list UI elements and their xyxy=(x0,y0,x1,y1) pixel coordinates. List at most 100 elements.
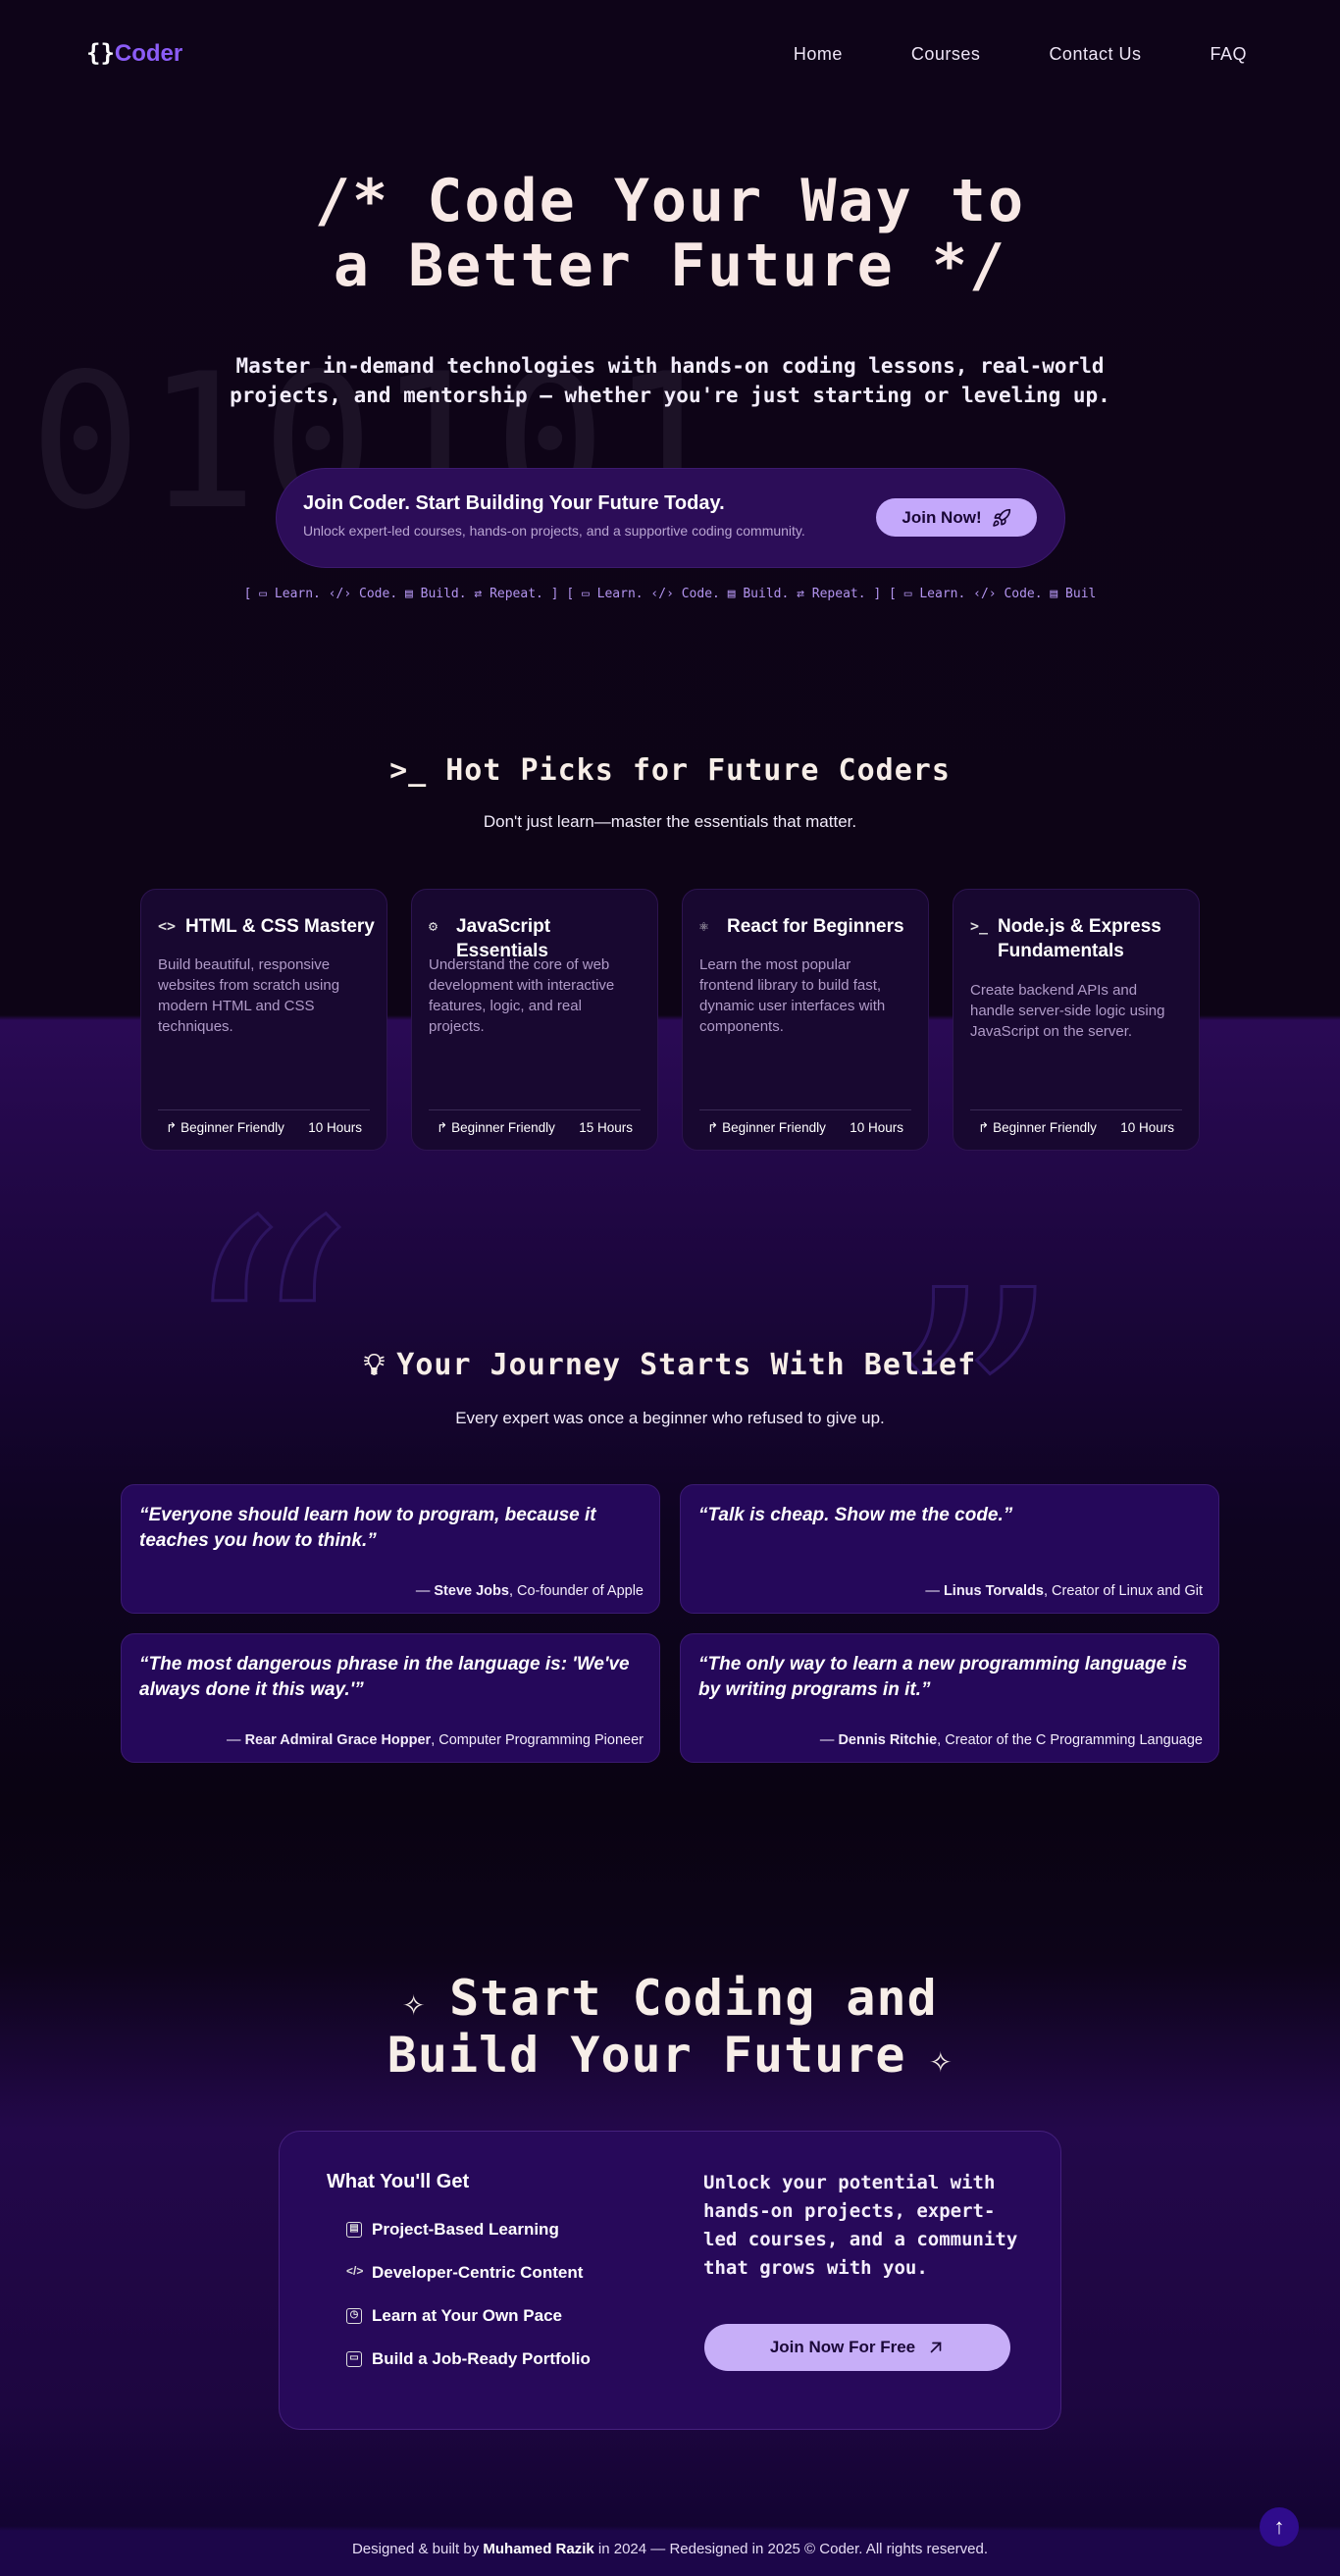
arrow-up-icon: ↑ xyxy=(1273,2514,1285,2539)
course-card-description: Understand the core of web development w… xyxy=(429,956,615,1035)
folder-icon: ▭ xyxy=(346,2351,362,2367)
course-level-text: Beginner Friendly xyxy=(722,1120,826,1135)
start-coding-title-text-2: Build Your Future xyxy=(387,2027,906,2084)
start-coding-title-line-2: Build Your Future ✧ xyxy=(0,2029,1340,2086)
journey-subtitle: Every expert was once a beginner who ref… xyxy=(455,1409,885,1427)
terminal-prompt-icon: >_ xyxy=(389,753,446,788)
join-banner-heading: Join Coder. Start Building Your Future T… xyxy=(303,492,725,514)
course-card[interactable]: >_ Node.js & Express Fundamentals Create … xyxy=(953,889,1200,1151)
quote-author: — Rear Admiral Grace Hopper, Computer Pr… xyxy=(227,1732,644,1748)
logo-brace: {} xyxy=(86,39,115,67)
course-cards: <> HTML & CSS Mastery Build beautiful, re… xyxy=(140,889,1200,1151)
journey-title: 💡︎ Your Journey Starts With Belief xyxy=(0,1348,1340,1382)
quote-author-role: , Creator of Linux and Git xyxy=(1044,1583,1203,1599)
lightbulb-icon: 💡︎ xyxy=(363,1348,397,1382)
join-free-label: Join Now For Free xyxy=(769,2338,916,2356)
course-title-text: Node.js & Express Fundamentals xyxy=(998,916,1161,961)
hero-title-line-1: /* Code Your Way to xyxy=(314,167,1026,235)
quote-text: “Everyone should learn how to program, b… xyxy=(139,1505,596,1551)
benefits-panel: What You'll Get ▤ Project-Based Learning … xyxy=(279,2131,1061,2430)
layout-icon: ▤ xyxy=(346,2222,362,2238)
hero-title: /* Code Your Way to a Better Future */ xyxy=(0,169,1340,298)
course-card[interactable]: ⚙ JavaScript Essentials Understand the co… xyxy=(411,889,658,1151)
course-card-description: Create backend APIs and handle server-si… xyxy=(970,982,1165,1040)
course-card-description: Learn the most popular frontend library … xyxy=(699,956,886,1035)
logo[interactable]: {}Coder xyxy=(86,39,182,68)
journey-title-text: Your Journey Starts With Belief xyxy=(396,1348,977,1382)
quote-author: — Linus Torvalds, Creator of Linux and G… xyxy=(925,1583,1203,1599)
course-level: ↱ Beginner Friendly xyxy=(978,1120,1097,1135)
start-coding-title-line-1: ✧ Start Coding and xyxy=(0,1972,1340,2029)
benefits-heading: What You'll Get xyxy=(327,2171,470,2192)
hero-subtitle-line-1: Master in-demand technologies with hands… xyxy=(235,354,1105,378)
course-level-text: Beginner Friendly xyxy=(180,1120,284,1135)
quote-card: “Talk is cheap. Show me the code.” — Lin… xyxy=(680,1484,1219,1614)
benefit-label: Learn at Your Own Pace xyxy=(372,2306,562,2325)
quote-text: “Talk is cheap. Show me the code.” xyxy=(698,1505,1013,1525)
arrow-up-right-icon xyxy=(927,2339,945,2356)
hero-subtitle: Master in-demand technologies with hands… xyxy=(229,351,1111,410)
quote-text: “The only way to learn a new programming… xyxy=(698,1654,1188,1700)
footer: Designed & built by Muhamed Razik in 202… xyxy=(0,2541,1340,2557)
footer-prefix: Designed & built by xyxy=(351,2541,484,2557)
start-coding-title: ✧ Start Coding and Build Your Future ✧ xyxy=(0,1972,1340,2086)
benefit-label: Project-Based Learning xyxy=(372,2220,559,2239)
quote-author: — Dennis Ritchie, Creator of the C Progr… xyxy=(819,1732,1203,1748)
course-card-description: Build beautiful, responsive websites fro… xyxy=(158,956,340,1035)
join-now-label: Join Now! xyxy=(902,507,982,527)
nav-link-faq[interactable]: FAQ xyxy=(1210,44,1247,65)
benefit-label: Developer-Centric Content xyxy=(372,2263,584,2282)
nav-link-home[interactable]: Home xyxy=(794,44,843,65)
react-icon: ⚛ xyxy=(699,917,709,935)
nav-link-contact[interactable]: Contact Us xyxy=(1049,44,1141,65)
benefit-item: ▭ Build a Job-Ready Portfolio xyxy=(346,2349,591,2369)
hot-picks-title-text: Hot Picks for Future Coders xyxy=(445,753,951,788)
hero-title-line-2: a Better Future */ xyxy=(333,232,1007,300)
join-banner-text: Unlock expert-led courses, hands-on proj… xyxy=(303,523,805,539)
logo-name: Coder xyxy=(114,40,183,67)
course-level-text: Beginner Friendly xyxy=(993,1120,1097,1135)
join-free-button[interactable]: Join Now For Free xyxy=(704,2324,1010,2371)
course-title-text: React for Beginners xyxy=(727,916,904,937)
terminal-icon: >_ xyxy=(970,917,989,935)
quote-author-name: Steve Jobs xyxy=(434,1583,509,1599)
quote-author-role: , Creator of the C Programming Language xyxy=(937,1732,1203,1748)
quote-author-name: Dennis Ritchie xyxy=(838,1732,938,1748)
benefits-pitch: Unlock your potential with hands-on proj… xyxy=(703,2172,1018,2279)
course-level: ↱ Beginner Friendly xyxy=(166,1120,284,1135)
benefit-item: ◷ Learn at Your Own Pace xyxy=(346,2306,562,2326)
nav-links: Home Courses Contact Us FAQ xyxy=(725,44,1247,65)
learn-code-build-ticker: [ ▭ Learn. ‹/› Code. ▤ Build. ⇄ Repeat. … xyxy=(243,587,1097,601)
course-hours: 15 Hours xyxy=(579,1120,633,1135)
scroll-to-top-button[interactable]: ↑ xyxy=(1260,2507,1299,2547)
course-card-title: ⚛ React for Beginners xyxy=(699,914,916,939)
nav-link-courses[interactable]: Courses xyxy=(911,44,981,65)
quote-text: “The most dangerous phrase in the langua… xyxy=(139,1654,630,1700)
course-card-footer: ↱ Beginner Friendly 10 Hours xyxy=(158,1109,370,1136)
quote-author-role: , Computer Programming Pioneer xyxy=(431,1732,644,1748)
quote-author-name: Rear Admiral Grace Hopper xyxy=(244,1732,432,1748)
join-banner: Join Coder. Start Building Your Future T… xyxy=(276,468,1065,568)
start-coding-title-text-1: Start Coding and xyxy=(449,1970,938,2027)
quote-card: “The most dangerous phrase in the langua… xyxy=(121,1633,660,1763)
calendar-clock-icon: ◷ xyxy=(346,2308,362,2324)
sparkle-icon: ✧ xyxy=(905,2037,953,2081)
course-level: ↱ Beginner Friendly xyxy=(437,1120,555,1135)
quote-card: “The only way to learn a new programming… xyxy=(680,1633,1219,1763)
course-card-footer: ↱ Beginner Friendly 15 Hours xyxy=(429,1109,641,1136)
course-hours: 10 Hours xyxy=(1120,1120,1174,1135)
course-card[interactable]: ⚛ React for Beginners Learn the most popu… xyxy=(682,889,929,1151)
rocket-icon xyxy=(992,508,1011,528)
course-card[interactable]: <> HTML & CSS Mastery Build beautiful, re… xyxy=(140,889,387,1151)
hot-picks-subtitle: Don't just learn—master the essentials t… xyxy=(483,812,857,831)
footer-author: Muhamed Razik xyxy=(483,2541,594,2557)
join-now-button[interactable]: Join Now! xyxy=(876,498,1037,537)
footer-suffix: in 2024 — Redesigned in 2025 © Coder. Al… xyxy=(593,2541,989,2557)
course-card-footer: ↱ Beginner Friendly 10 Hours xyxy=(699,1109,911,1136)
quote-author-role: , Co-founder of Apple xyxy=(508,1583,644,1599)
course-card-footer: ↱ Beginner Friendly 10 Hours xyxy=(970,1109,1182,1136)
benefit-item: ▤ Project-Based Learning xyxy=(346,2220,559,2240)
quote-author: — Steve Jobs, Co-founder of Apple xyxy=(415,1583,644,1599)
course-hours: 10 Hours xyxy=(850,1120,903,1135)
course-card-title: <> HTML & CSS Mastery xyxy=(158,914,375,939)
